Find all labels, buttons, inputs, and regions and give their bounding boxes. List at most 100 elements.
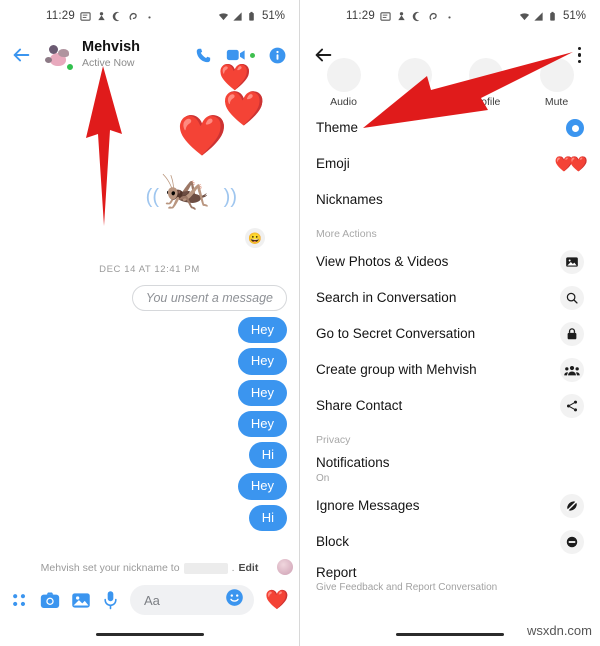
message-bubble[interactable]: Hi [248, 442, 287, 469]
bell-off-icon [539, 58, 574, 92]
tab-audio[interactable]: Audio [308, 58, 379, 110]
info-circle-icon[interactable] [268, 46, 287, 65]
right-screen-conversation-settings: 11:29 51% Audio Video Profile Mute Theme Emo… [300, 0, 600, 646]
action-share-contact[interactable]: Share Contact [300, 388, 600, 424]
chat-title-block[interactable]: Mehvish Active Now [82, 39, 194, 70]
kebab-menu-icon[interactable] [575, 44, 585, 67]
message-input-placeholder: Aa [144, 592, 160, 608]
privacy-ignore-messages[interactable]: Ignore Messages [300, 488, 600, 524]
lock-icon[interactable] [560, 322, 584, 346]
message-bubble[interactable]: Hey [237, 348, 287, 375]
news-icon [80, 11, 91, 22]
person-icon [396, 11, 407, 22]
sound-wave-left-icon: (( [145, 186, 159, 208]
status-bar-right-group: 51% [218, 10, 285, 22]
message-bubbles: Hey Hey Hey Hey Hi Hey Hi [12, 317, 287, 531]
row-text: Block [316, 533, 349, 551]
privacy-header: Privacy [316, 434, 351, 446]
group-icon[interactable] [560, 358, 584, 382]
setting-emoji[interactable]: Emoji ❤️❤️ [300, 146, 600, 182]
row-text: Notifications On [316, 454, 390, 484]
photo-icon[interactable] [560, 250, 584, 274]
search-icon[interactable] [560, 286, 584, 310]
status-bar-left: 11:29 51% [0, 0, 299, 32]
row-subtitle: On [316, 472, 330, 484]
nav-home-pill[interactable] [95, 632, 204, 636]
message-row: Hi [12, 504, 287, 531]
smiley-icon[interactable] [225, 588, 244, 612]
action-go-to-secret-conversation[interactable]: Go to Secret Conversation [300, 316, 600, 352]
nickname-edit-button[interactable]: Edit [238, 562, 258, 574]
nickname-avatar [277, 559, 293, 575]
ignore-icon[interactable] [560, 493, 584, 518]
message-bubble[interactable]: Hey [237, 379, 287, 406]
phone-icon[interactable] [194, 46, 213, 65]
back-arrow-icon[interactable] [10, 44, 32, 66]
message-input[interactable]: Aa [130, 585, 255, 615]
privacy-block[interactable]: Block [300, 524, 600, 560]
android-nav-bar-left [0, 622, 299, 646]
wifi-icon [218, 11, 229, 22]
privacy-notifications[interactable]: Notifications On [300, 450, 600, 488]
status-time: 11:29 [346, 10, 375, 22]
tab-label: Video [401, 96, 428, 108]
row-label: Share Contact [316, 398, 403, 414]
row-text: Ignore Messages [316, 497, 420, 515]
unsent-message: You unsent a message [131, 285, 287, 311]
status-bar-right: 11:29 51% [300, 0, 600, 32]
setting-nicknames[interactable]: Nicknames [300, 182, 600, 218]
tab-mute[interactable]: Mute [521, 58, 592, 110]
share-icon[interactable] [560, 394, 584, 418]
message-bubble[interactable]: Hey [237, 473, 287, 500]
action-search-in-conversation[interactable]: Search in Conversation [300, 280, 600, 316]
moon-icon [112, 11, 123, 22]
more-actions-list: View Photos & Videos Search in Conversati… [300, 244, 600, 424]
message-row: Hey [12, 348, 287, 375]
video-camera-icon[interactable] [226, 47, 255, 63]
battery-icon [246, 11, 257, 22]
dual-screenshot: 11:29 51% Mehvish Active Now ❤️ ❤️ ❤️ ((… [0, 0, 600, 646]
heart-emoji: ❤️ [177, 114, 227, 158]
message-row: Hey [12, 317, 287, 344]
nickname-banner: Mehvish set your nickname to . Edit [0, 559, 299, 575]
phone-icon [326, 58, 361, 92]
setting-theme[interactable]: Theme [300, 110, 600, 146]
row-text: View Photos & Videos [316, 253, 448, 271]
action-create-group-with-mehvish[interactable]: Create group with Mehvish [300, 352, 600, 388]
nickname-text: Mehvish set your nickname to [40, 562, 180, 574]
status-bar-left-group: 11:29 [46, 10, 155, 22]
row-label: Report [316, 564, 357, 580]
chat-header: Mehvish Active Now [0, 32, 299, 78]
message-bubble[interactable]: Hey [237, 410, 287, 437]
theme-color-dot[interactable] [566, 119, 584, 137]
message-row: Hey [12, 410, 287, 437]
nav-home-pill[interactable] [396, 632, 504, 636]
tab-profile[interactable]: Profile [450, 58, 521, 110]
tab-video[interactable]: Video [379, 58, 450, 110]
microphone-icon[interactable] [102, 590, 119, 610]
message-bubble[interactable]: Hey [237, 317, 287, 344]
camera-icon[interactable] [40, 591, 60, 610]
message-reaction[interactable]: 😀 [245, 228, 265, 248]
chat-message-list[interactable]: ❤️ ❤️ ❤️ (( 🦗 )) 😀 DEC 14 AT 12:41 PM Yo… [0, 64, 299, 575]
video-active-dot [250, 52, 255, 58]
action-view-photos-videos[interactable]: View Photos & Videos [300, 244, 600, 280]
signal-icon [533, 11, 544, 22]
message-bubble[interactable]: Hi [248, 504, 287, 531]
like-heart-button[interactable]: ❤️ [265, 591, 289, 610]
avatar[interactable] [42, 39, 75, 72]
row-text: Go to Secret Conversation [316, 325, 475, 343]
gallery-icon[interactable] [71, 591, 91, 610]
block-icon[interactable] [560, 529, 584, 554]
moon-icon [412, 11, 423, 22]
tab-label: Audio [330, 96, 357, 108]
tab-label: Mute [544, 96, 569, 108]
hearts-emoji[interactable]: ❤️❤️ [555, 157, 588, 172]
message-composer: Aa ❤️ [0, 578, 299, 622]
row-text: Create group with Mehvish [316, 361, 477, 379]
tab-label: Profile [470, 96, 501, 108]
privacy-report[interactable]: Report Give Feedback and Report Conversat… [300, 560, 600, 598]
heart-emoji: ❤️ [218, 62, 251, 92]
apps-grid-icon[interactable] [10, 591, 29, 610]
cricket-emoji: 🦗 [161, 168, 211, 212]
